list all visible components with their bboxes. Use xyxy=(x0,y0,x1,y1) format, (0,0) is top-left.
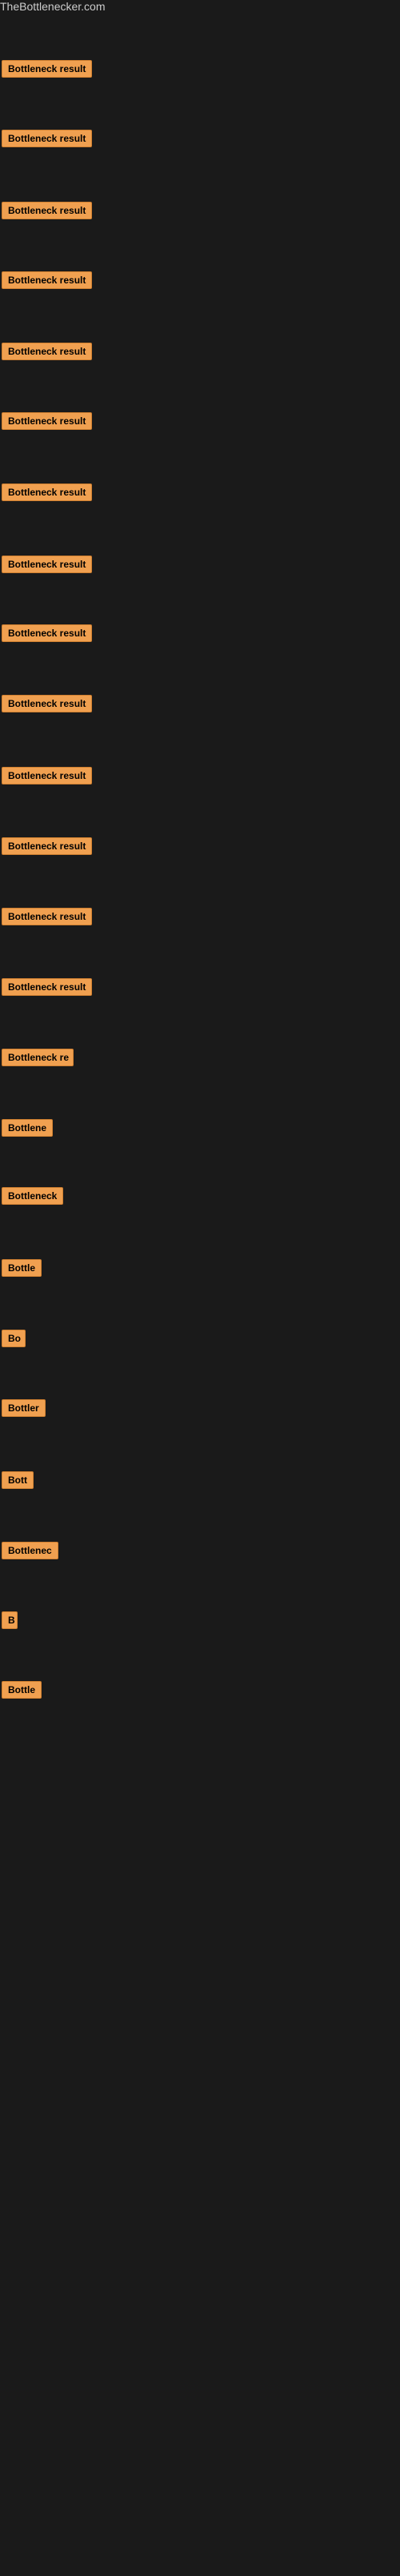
bottleneck-badge-18[interactable]: Bottle xyxy=(2,1259,42,1277)
badge-row-13: Bottleneck result xyxy=(2,908,92,929)
badge-row-9: Bottleneck result xyxy=(2,624,92,646)
bottleneck-badge-7[interactable]: Bottleneck result xyxy=(2,484,92,501)
badge-row-20: Bottler xyxy=(2,1399,46,1421)
badge-row-12: Bottleneck result xyxy=(2,837,92,859)
badge-row-7: Bottleneck result xyxy=(2,484,92,505)
bottleneck-badge-12[interactable]: Bottleneck result xyxy=(2,837,92,855)
bottleneck-badge-24[interactable]: Bottle xyxy=(2,1681,42,1699)
site-title: TheBottlenecker.com xyxy=(0,0,106,16)
bottleneck-badge-23[interactable]: B xyxy=(2,1611,18,1629)
bottleneck-badge-13[interactable]: Bottleneck result xyxy=(2,908,92,925)
badges-container: Bottleneck result Bottleneck result Bottle… xyxy=(0,14,400,2576)
bottleneck-badge-6[interactable]: Bottleneck result xyxy=(2,412,92,430)
badge-row-10: Bottleneck result xyxy=(2,695,92,716)
bottleneck-badge-2[interactable]: Bottleneck result xyxy=(2,130,92,147)
badge-row-3: Bottleneck result xyxy=(2,202,92,223)
badge-row-6: Bottleneck result xyxy=(2,412,92,434)
bottleneck-badge-21[interactable]: Bott xyxy=(2,1471,34,1489)
badge-row-18: Bottle xyxy=(2,1259,42,1281)
bottleneck-badge-4[interactable]: Bottleneck result xyxy=(2,271,92,289)
bottleneck-badge-9[interactable]: Bottleneck result xyxy=(2,624,92,642)
badge-row-1: Bottleneck result xyxy=(2,60,92,82)
site-header: TheBottlenecker.com xyxy=(0,0,400,14)
bottleneck-badge-5[interactable]: Bottleneck result xyxy=(2,343,92,360)
bottleneck-badge-15[interactable]: Bottleneck re xyxy=(2,1049,74,1066)
badge-row-5: Bottleneck result xyxy=(2,343,92,364)
bottleneck-badge-3[interactable]: Bottleneck result xyxy=(2,202,92,219)
badge-row-11: Bottleneck result xyxy=(2,767,92,788)
badge-row-4: Bottleneck result xyxy=(2,271,92,293)
badge-row-19: Bo xyxy=(2,1330,26,1351)
badge-row-17: Bottleneck xyxy=(2,1187,63,1209)
bottleneck-badge-8[interactable]: Bottleneck result xyxy=(2,556,92,573)
badge-row-24: Bottle xyxy=(2,1681,42,1703)
badge-row-21: Bott xyxy=(2,1471,34,1493)
badge-row-8: Bottleneck result xyxy=(2,556,92,577)
bottleneck-badge-22[interactable]: Bottlenec xyxy=(2,1542,58,1559)
badge-row-16: Bottlene xyxy=(2,1119,53,1141)
bottleneck-badge-10[interactable]: Bottleneck result xyxy=(2,695,92,712)
badge-row-23: B xyxy=(2,1611,18,1633)
bottleneck-badge-20[interactable]: Bottler xyxy=(2,1399,46,1417)
badge-row-14: Bottleneck result xyxy=(2,978,92,1000)
bottleneck-badge-1[interactable]: Bottleneck result xyxy=(2,60,92,78)
bottleneck-badge-19[interactable]: Bo xyxy=(2,1330,26,1347)
badge-row-22: Bottlenec xyxy=(2,1542,58,1563)
bottleneck-badge-11[interactable]: Bottleneck result xyxy=(2,767,92,784)
bottleneck-badge-17[interactable]: Bottleneck xyxy=(2,1187,63,1205)
badge-row-2: Bottleneck result xyxy=(2,130,92,151)
bottleneck-badge-16[interactable]: Bottlene xyxy=(2,1119,53,1137)
badge-row-15: Bottleneck re xyxy=(2,1049,74,1070)
bottleneck-badge-14[interactable]: Bottleneck result xyxy=(2,978,92,996)
